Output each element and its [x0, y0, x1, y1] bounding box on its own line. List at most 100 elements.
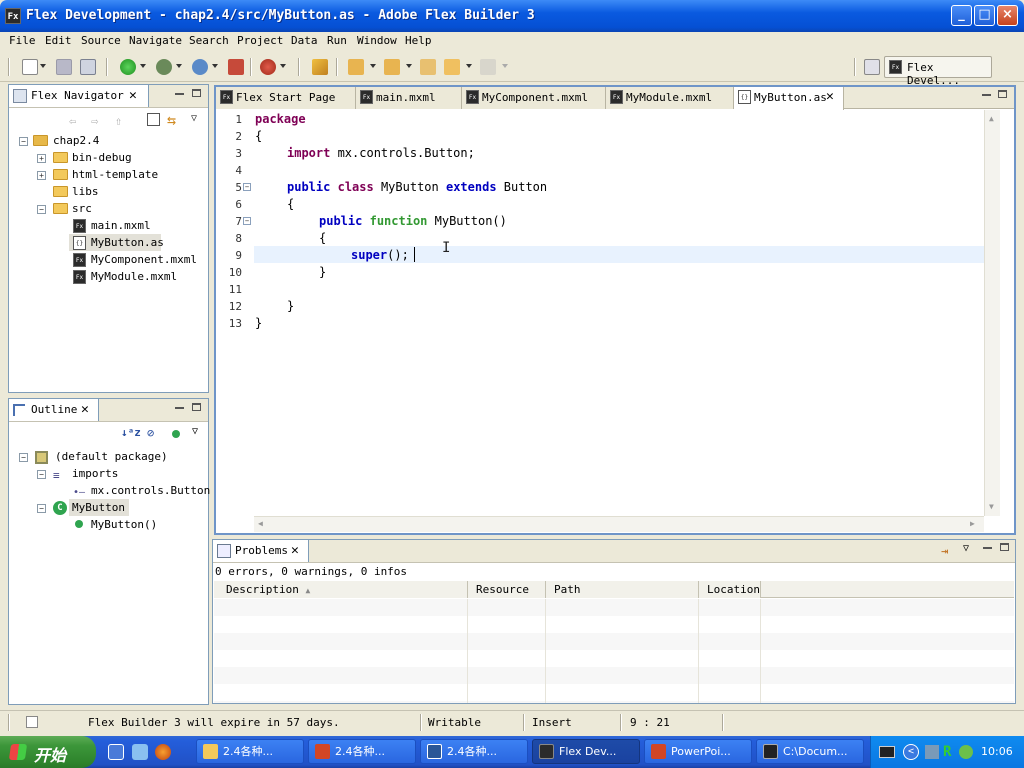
maximize-icon[interactable] [192, 89, 201, 97]
col-path[interactable]: Path [546, 581, 699, 598]
menu-file[interactable]: File [9, 34, 36, 47]
col-resource[interactable]: Resource [468, 581, 546, 598]
collapse-chap24-icon[interactable]: − [19, 137, 28, 146]
menu-window[interactable]: Window [357, 34, 397, 47]
code-line-8[interactable]: { [319, 230, 326, 247]
tab-mybutton-as[interactable]: {} MyButton.as ✕ [734, 87, 844, 110]
external-tools-dropdown-icon[interactable] [280, 64, 286, 68]
flex-app-icon[interactable]: Fx [5, 8, 21, 24]
fast-view-icon[interactable] [26, 716, 38, 728]
collapse-imports-icon[interactable]: − [37, 470, 46, 479]
view-menu-icon[interactable]: ▽ [191, 113, 197, 124]
tray-expand-icon[interactable]: < [903, 744, 919, 760]
tree-item-main-mxml[interactable]: main.mxml [91, 217, 151, 234]
expand-html-template-icon[interactable]: + [37, 171, 46, 180]
code-line-12[interactable]: } [287, 298, 294, 315]
code-line-2[interactable]: { [255, 128, 262, 145]
hide-nonpublic-icon[interactable] [172, 430, 180, 438]
forward-icon[interactable] [480, 59, 496, 75]
back-icon[interactable] [444, 59, 460, 75]
task-powerpoint-doc[interactable]: 2.4各种... [308, 739, 416, 764]
back-nav-icon[interactable]: ⇦ [69, 114, 81, 128]
sort-icon[interactable]: ↓ᵃz [121, 426, 141, 439]
hide-static-icon[interactable]: ⊘ [147, 426, 154, 440]
export-release-icon[interactable] [228, 59, 244, 75]
close-problems-icon[interactable]: ✕ [291, 543, 299, 558]
close-tab-icon[interactable]: ✕ [826, 87, 834, 107]
maximize-icon[interactable] [192, 403, 201, 411]
menu-data[interactable]: Data [291, 34, 318, 47]
tab-flex-start-page[interactable]: Fx Flex Start Page [216, 87, 356, 109]
print-icon[interactable] [80, 59, 96, 75]
tab-problems[interactable]: Problems ✕ [213, 540, 309, 562]
code-line-5[interactable]: public class MyButton extends Button [287, 179, 547, 196]
maximize-icon[interactable] [998, 90, 1007, 98]
code-line-7[interactable]: public function MyButton() [319, 213, 507, 230]
next-annotation-icon[interactable] [348, 59, 364, 75]
next-annotation-dropdown-icon[interactable] [370, 64, 376, 68]
minimize-icon[interactable] [982, 94, 991, 96]
filter-icon[interactable]: ⇥ [941, 544, 948, 558]
tab-mycomponent-mxml[interactable]: Fx MyComponent.mxml [462, 87, 606, 109]
collapse-src-icon[interactable]: − [37, 205, 46, 214]
minimize-icon[interactable] [983, 547, 992, 549]
outline-item-mybutton[interactable]: MyButton [72, 499, 125, 516]
code-line-6[interactable]: { [287, 196, 294, 213]
collapse-package-icon[interactable]: − [19, 453, 28, 462]
tree-item-src[interactable]: src [72, 200, 92, 217]
scroll-up-icon[interactable]: ▲ [989, 114, 994, 123]
task-folder[interactable]: 2.4各种... [196, 739, 304, 764]
menu-run[interactable]: Run [327, 34, 347, 47]
up-nav-icon[interactable]: ⇧ [115, 114, 127, 128]
menu-help[interactable]: Help [405, 34, 432, 47]
code-line-10[interactable]: } [319, 264, 326, 281]
tree-item-mymodule-mxml[interactable]: MyModule.mxml [91, 268, 177, 285]
tab-outline[interactable]: Outline ✕ [9, 399, 99, 421]
debug-dropdown-icon[interactable] [176, 64, 182, 68]
outline-item-mybutton-constructor[interactable]: MyButton() [91, 516, 157, 533]
tab-mymodule-mxml[interactable]: Fx MyModule.mxml [606, 87, 734, 109]
maximize-icon[interactable] [1000, 543, 1009, 551]
tree-item-mycomponent-mxml[interactable]: MyComponent.mxml [91, 251, 197, 268]
menu-search[interactable]: Search [189, 34, 229, 47]
profile-dropdown-icon[interactable] [212, 64, 218, 68]
col-description[interactable]: Description ▲ [214, 581, 468, 598]
link-editor-icon[interactable]: ⇆ [167, 111, 176, 129]
mark-occurrences-icon[interactable] [312, 59, 328, 75]
menu-source[interactable]: Source [81, 34, 121, 47]
menu-navigate[interactable]: Navigate [129, 34, 182, 47]
keyboard-icon[interactable] [879, 746, 895, 758]
close-button[interactable]: × [997, 5, 1018, 26]
new-icon[interactable] [22, 59, 38, 75]
scroll-left-icon[interactable]: ◀ [258, 519, 263, 528]
save-icon[interactable] [56, 59, 72, 75]
tree-item-mybutton-as[interactable]: MyButton.as [91, 234, 164, 251]
fold-icon[interactable]: − [243, 183, 251, 191]
outline-item-default-package[interactable]: (default package) [55, 448, 168, 465]
menu-edit[interactable]: Edit [45, 34, 72, 47]
profile-icon[interactable] [192, 59, 208, 75]
task-flex-builder[interactable]: Flex Dev... [532, 739, 640, 764]
r-app-icon[interactable]: R [943, 744, 951, 760]
view-menu-icon[interactable]: ▽ [963, 543, 969, 554]
prev-annotation-dropdown-icon[interactable] [406, 64, 412, 68]
code-line-13[interactable]: } [255, 315, 262, 332]
tree-item-chap24[interactable]: chap2.4 [53, 132, 99, 149]
code-line-3[interactable]: import mx.controls.Button; [287, 145, 475, 162]
outline-item-mx-controls-button[interactable]: mx.controls.Button [91, 482, 210, 499]
last-edit-icon[interactable] [420, 59, 436, 75]
prev-annotation-icon[interactable] [384, 59, 400, 75]
expand-bin-debug-icon[interactable]: + [37, 154, 46, 163]
code-line-9[interactable]: super(); [351, 247, 409, 264]
new-dropdown-icon[interactable] [40, 64, 46, 68]
collapse-mybutton-icon[interactable]: − [37, 504, 46, 513]
tab-flex-navigator[interactable]: Flex Navigator ✕ [9, 85, 149, 107]
vertical-scrollbar[interactable]: ▲ ▼ [984, 110, 1000, 516]
close-outline-icon[interactable]: ✕ [81, 402, 89, 417]
maximize-button[interactable]: □ [974, 5, 995, 26]
run-dropdown-icon[interactable] [140, 64, 146, 68]
tree-item-bin-debug[interactable]: bin-debug [72, 149, 132, 166]
fold-icon[interactable]: − [243, 217, 251, 225]
tree-item-html-template[interactable]: html-template [72, 166, 158, 183]
tree-item-libs[interactable]: libs [72, 183, 99, 200]
